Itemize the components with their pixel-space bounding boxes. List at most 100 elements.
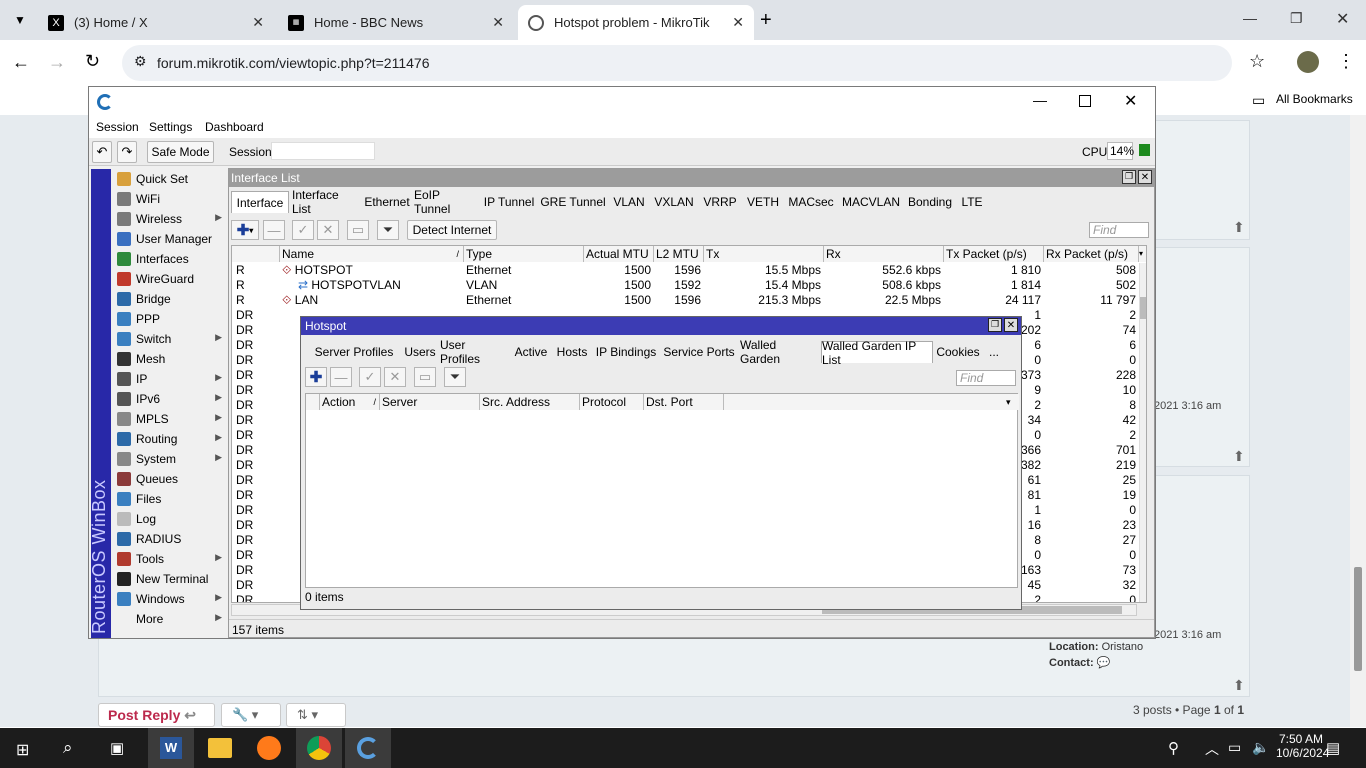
sidebar-item-log[interactable]: Log	[113, 509, 225, 529]
menu-dashboard[interactable]: Dashboard	[205, 120, 264, 134]
tab-more[interactable]: ...	[983, 341, 1005, 363]
sidebar-item-wireguard[interactable]: WireGuard	[113, 269, 225, 289]
sidebar-item-interfaces[interactable]: Interfaces	[113, 249, 225, 269]
winbox-app[interactable]	[345, 728, 391, 768]
tab-interface[interactable]: Interface	[231, 191, 289, 213]
column-chooser-icon[interactable]: ▾	[1139, 246, 1146, 262]
tab-mikrotik[interactable]: Hotspot problem - MikroTik ✕	[518, 5, 754, 40]
sidebar-item-files[interactable]: Files	[113, 489, 225, 509]
tab-macsec[interactable]: MACsec	[785, 191, 837, 213]
sidebar-item-switch[interactable]: Switch ▶	[113, 329, 225, 349]
table-scrollbar[interactable]	[1139, 263, 1146, 602]
column-tx[interactable]: Tx	[704, 246, 824, 262]
find-input[interactable]: Find	[1089, 222, 1149, 238]
tab-veth[interactable]: VETH	[743, 191, 783, 213]
close-icon[interactable]: ✕	[732, 14, 744, 31]
bookmark-star-icon[interactable]: ☆	[1249, 51, 1265, 72]
column-server[interactable]: Server	[380, 394, 480, 410]
sidebar-item-bridge[interactable]: Bridge	[113, 289, 225, 309]
tab-lte[interactable]: LTE	[957, 191, 987, 213]
tab-macvlan[interactable]: MACVLAN	[839, 191, 903, 213]
close-window-icon[interactable]: ✕	[1336, 9, 1349, 29]
hotspot-titlebar[interactable]: Hotspot ❐ ✕	[301, 317, 1021, 335]
sidebar-item-new-terminal[interactable]: New Terminal	[113, 569, 225, 589]
session-field[interactable]	[271, 142, 375, 160]
minimize-icon[interactable]: —	[1243, 10, 1257, 26]
menu-session[interactable]: Session	[96, 120, 139, 134]
post-reply-button[interactable]: Post Reply ↩	[98, 703, 215, 727]
notifications-icon[interactable]: ▤	[1326, 739, 1340, 757]
forward-icon[interactable]: →	[48, 52, 66, 73]
tab-interface-list[interactable]: Interface List	[291, 188, 361, 216]
tab-search-icon[interactable]: ▼	[10, 10, 30, 30]
enable-icon[interactable]: ✓	[359, 367, 381, 387]
menu-settings[interactable]: Settings	[149, 120, 192, 134]
disable-icon[interactable]: ✕	[384, 367, 406, 387]
column-rx[interactable]: Rx	[824, 246, 944, 262]
tab-eoip-tunnel[interactable]: EoIP Tunnel	[413, 188, 479, 216]
table-row[interactable]: R ⟐ HOTSPOT Ethernet 1500 1596 15.5 Mbps 552.6…	[232, 263, 1139, 278]
tab-gre-tunnel[interactable]: GRE Tunnel	[539, 191, 607, 213]
restore-icon[interactable]: ❐	[1290, 10, 1303, 27]
tab-cookies[interactable]: Cookies	[935, 341, 981, 363]
detect-internet-button[interactable]: Detect Internet	[407, 220, 497, 240]
scrollbar-thumb[interactable]	[1140, 297, 1146, 319]
word-app-icon[interactable]: W	[148, 728, 194, 768]
tab-vlan[interactable]: VLAN	[609, 191, 649, 213]
file-explorer-icon[interactable]	[208, 738, 232, 758]
tab-active[interactable]: Active	[511, 341, 551, 363]
clock[interactable]: 7:50 AM 10/6/2024	[1276, 732, 1329, 760]
comment-icon[interactable]: ▭	[414, 367, 436, 387]
sidebar-item-ip[interactable]: IP ▶	[113, 369, 225, 389]
tab-server-profiles[interactable]: Server Profiles	[307, 341, 401, 363]
remove-icon[interactable]: —	[330, 367, 352, 387]
back-icon[interactable]: ←	[12, 52, 30, 73]
tab-walled-garden-ip-list[interactable]: Walled Garden IP List	[821, 339, 933, 367]
sidebar-item-ppp[interactable]: PPP	[113, 309, 225, 329]
close-icon[interactable]: ✕	[1138, 170, 1152, 184]
tab-vrrp[interactable]: VRRP	[699, 191, 741, 213]
column-actual-mtu[interactable]: Actual MTU	[584, 246, 654, 262]
scrollbar-thumb[interactable]	[1354, 567, 1362, 671]
redo-icon[interactable]: ↷	[117, 141, 137, 163]
restore-icon[interactable]: ❐	[1122, 170, 1136, 184]
all-bookmarks[interactable]: All Bookmarks	[1276, 92, 1353, 106]
restore-icon[interactable]: ❐	[988, 318, 1002, 332]
table-row[interactable]: R ⟐ LAN Ethernet 1500 1596 215.3 Mbps 22.5 Mbp…	[232, 293, 1139, 308]
tab-vxlan[interactable]: VXLAN	[651, 191, 697, 213]
close-icon[interactable]: ✕	[492, 14, 504, 31]
sidebar-item-radius[interactable]: RADIUS	[113, 529, 225, 549]
tools-dropdown[interactable]: 🔧 ▾	[221, 703, 281, 727]
people-icon[interactable]: ⚲	[1168, 739, 1179, 757]
sidebar-item-wireless[interactable]: Wireless ▶	[113, 209, 225, 229]
column-flag[interactable]	[306, 394, 320, 410]
sidebar-item-mpls[interactable]: MPLS ▶	[113, 409, 225, 429]
tab-hosts[interactable]: Hosts	[553, 341, 591, 363]
sidebar-item-ipv6[interactable]: IPv6 ▶	[113, 389, 225, 409]
page-scrollbar[interactable]	[1350, 115, 1366, 727]
volume-icon[interactable]: 🔈	[1252, 739, 1269, 756]
windows-start-icon[interactable]: ⊞	[16, 740, 29, 760]
filter-icon[interactable]: ⏷	[377, 220, 399, 240]
close-icon[interactable]: ✕	[252, 14, 264, 31]
tab-bbc[interactable]: ▦ Home - BBC News ✕	[278, 5, 514, 40]
sidebar-item-tools[interactable]: Tools ▶	[113, 549, 225, 569]
column-chooser-icon[interactable]: ▾	[1006, 394, 1011, 410]
minimize-icon[interactable]: —	[1033, 92, 1047, 108]
interface-list-titlebar[interactable]: Interface List ❐ ✕	[229, 169, 1154, 187]
column-type[interactable]: Type	[464, 246, 584, 262]
chevron-up-icon[interactable]: ︿	[1205, 739, 1219, 759]
filter-icon[interactable]: ⏷	[444, 367, 466, 387]
firefox-icon[interactable]	[257, 736, 281, 760]
column-name[interactable]: Name /	[280, 246, 464, 262]
chrome-app[interactable]	[296, 728, 342, 768]
task-view-icon[interactable]: ▣	[110, 739, 124, 757]
add-icon[interactable]: ✚	[305, 367, 327, 387]
tab-walled-garden[interactable]: Walled Garden	[739, 338, 819, 366]
tab-ethernet[interactable]: Ethernet	[363, 191, 411, 213]
undo-icon[interactable]: ↶	[92, 141, 112, 163]
sidebar-item-routing[interactable]: Routing ▶	[113, 429, 225, 449]
network-icon[interactable]: ▭	[1228, 739, 1241, 756]
column-src-address[interactable]: Src. Address	[480, 394, 580, 410]
avatar[interactable]	[1297, 51, 1319, 73]
